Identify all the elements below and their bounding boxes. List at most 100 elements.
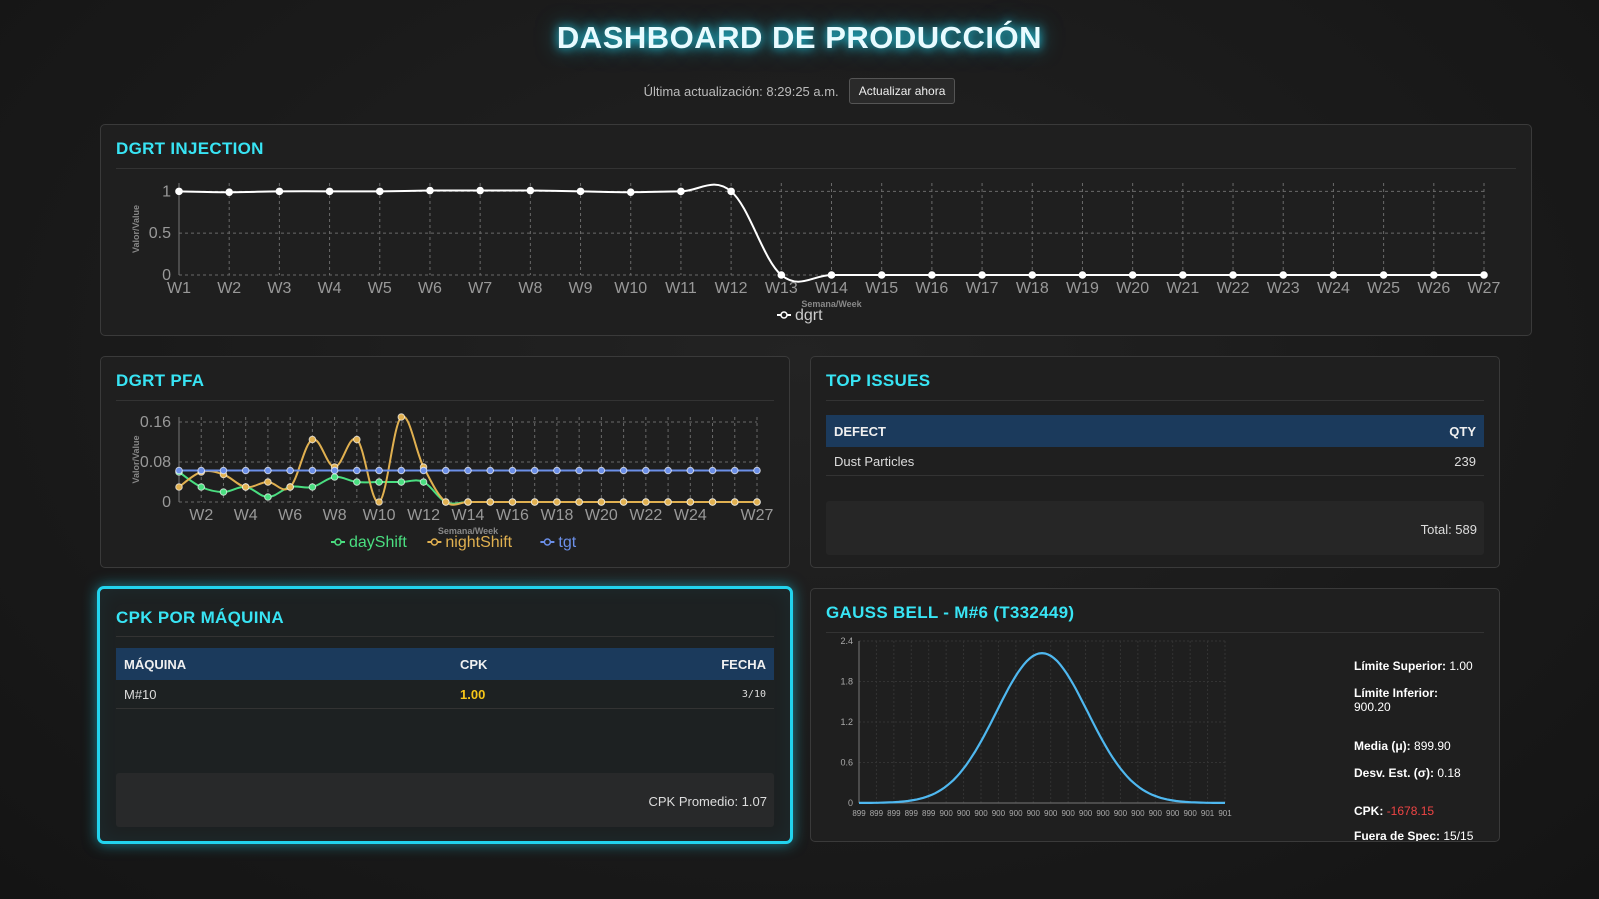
mean-value: 899.90: [1414, 739, 1451, 753]
legend-marker: [780, 311, 788, 319]
table-row[interactable]: Dust Particles 239: [826, 447, 1484, 476]
legend-marker: [334, 538, 342, 546]
data-point: [197, 483, 206, 491]
total-summary: Total: 589: [826, 501, 1484, 555]
y-tick-label: 0: [162, 494, 171, 511]
x-tick-label: W4: [234, 507, 258, 524]
x-tick-label: W23: [1267, 280, 1300, 297]
update-bar: Última actualización: 8:29:25 a.m. Actua…: [0, 78, 1599, 104]
x-tick-label: W14: [452, 507, 485, 524]
data-point: [308, 435, 317, 444]
data-point: [197, 466, 206, 475]
data-point: [1329, 271, 1338, 279]
std-value: 0.18: [1437, 766, 1461, 780]
data-point: [375, 498, 383, 506]
x-tick-label: W27: [741, 507, 774, 524]
data-point: [730, 466, 739, 475]
data-point: [597, 498, 606, 506]
data-point: [353, 435, 361, 444]
data-point: [575, 498, 583, 506]
defect-cell: Dust Particles: [826, 447, 1282, 476]
lower-limit-label: Límite Inferior:: [1354, 686, 1439, 700]
data-point: [553, 498, 561, 506]
data-point: [928, 271, 936, 279]
machine-cell: M#10: [116, 680, 452, 709]
x-tick-label: 900: [1044, 809, 1058, 818]
data-point: [286, 466, 294, 475]
y-tick-label: 0: [848, 798, 853, 808]
date-cell: 3/10: [586, 680, 774, 709]
x-tick-label: 900: [957, 809, 971, 818]
data-point: [241, 483, 250, 491]
x-tick-label: 900: [1027, 809, 1041, 818]
data-point: [508, 498, 517, 506]
refresh-button[interactable]: Actualizar ahora: [848, 78, 956, 104]
table-header: DEFECT QTY: [826, 415, 1484, 447]
gauss-panel: GAUSS BELL - M#6 (T332449) 899 899 899 899 8…: [810, 588, 1500, 842]
x-tick-label: W12: [407, 507, 440, 524]
data-point: [308, 483, 317, 491]
column-header-cpk[interactable]: CPK: [452, 648, 586, 680]
data-point: [664, 498, 672, 506]
panel-title: CPK POR MÁQUINA: [116, 608, 284, 627]
data-point: [375, 466, 383, 475]
y-tick-label: 1: [162, 183, 171, 200]
data-point: [1128, 271, 1137, 279]
x-tick-label: W8: [518, 280, 542, 297]
x-tick-label: W13: [765, 280, 798, 297]
column-header-defect[interactable]: DEFECT: [826, 415, 1282, 447]
x-tick-label: W2: [217, 280, 241, 297]
cpk-stat: CPK: -1678.15: [1354, 804, 1434, 818]
data-point: [330, 466, 339, 475]
x-tick-label: 900: [1009, 809, 1023, 818]
y-tick-label: 0.16: [140, 414, 171, 431]
lower-limit-stat: Límite Inferior: 900.20: [1354, 686, 1438, 714]
data-point: [486, 498, 495, 506]
data-point: [441, 466, 450, 475]
x-tick-label: W12: [715, 280, 748, 297]
data-point: [877, 271, 886, 279]
x-tick-label: W4: [318, 280, 342, 297]
data-point: [275, 187, 284, 196]
data-point: [219, 466, 228, 475]
pfa-panel: DGRT PFA 0 0.08 0.16 W2 W4 W6 W8 W10 W12 W14 W16 W1…: [100, 356, 790, 568]
data-point: [686, 498, 695, 506]
data-point: [441, 498, 450, 506]
x-tick-label: 900: [1183, 809, 1197, 818]
data-point: [777, 271, 786, 279]
x-tick-label: W10: [363, 507, 396, 524]
x-tick-label: 900: [1114, 809, 1128, 818]
table-row[interactable]: M#10 1.00 3/10: [116, 680, 774, 709]
upper-limit-value: 1.00: [1449, 659, 1473, 673]
column-header-qty[interactable]: QTY: [1282, 415, 1484, 447]
column-header-date[interactable]: FECHA: [586, 648, 774, 680]
x-tick-label: W16: [915, 280, 948, 297]
x-tick-label: W16: [496, 507, 529, 524]
x-tick-label: W1: [167, 280, 191, 297]
x-tick-label: W20: [585, 507, 618, 524]
x-tick-label: 900: [939, 809, 953, 818]
data-point: [827, 271, 836, 279]
x-tick-label: W26: [1417, 280, 1450, 297]
data-point: [575, 466, 583, 475]
x-tick-label: W17: [966, 280, 999, 297]
data-point: [978, 271, 986, 279]
x-tick-label: 899: [922, 809, 936, 818]
data-point: [727, 187, 735, 196]
data-point: [1480, 271, 1488, 279]
pfa-chart: 0 0.08 0.16 W2 W4 W6 W8 W10 W12 W14 W16 W18 W20 W22 W2…: [131, 413, 774, 551]
std-stat: Desv. Est. (σ): 0.18: [1354, 766, 1461, 780]
cpk-average-summary: CPK Promedio: 1.07: [116, 773, 774, 827]
legend-label: dayShift: [349, 534, 407, 551]
x-tick-label: 900: [1149, 809, 1163, 818]
x-tick-label: W18: [1016, 280, 1049, 297]
data-point: [576, 187, 585, 196]
x-tick-label: W10: [614, 280, 647, 297]
data-point: [219, 488, 228, 496]
column-header-machine[interactable]: MÁQUINA: [116, 648, 452, 680]
x-tick-label: 899: [852, 809, 866, 818]
data-point: [619, 498, 628, 506]
data-point: [708, 498, 717, 506]
mean-label: Media (μ):: [1354, 739, 1411, 753]
y-tick-label: 2.4: [840, 636, 853, 646]
